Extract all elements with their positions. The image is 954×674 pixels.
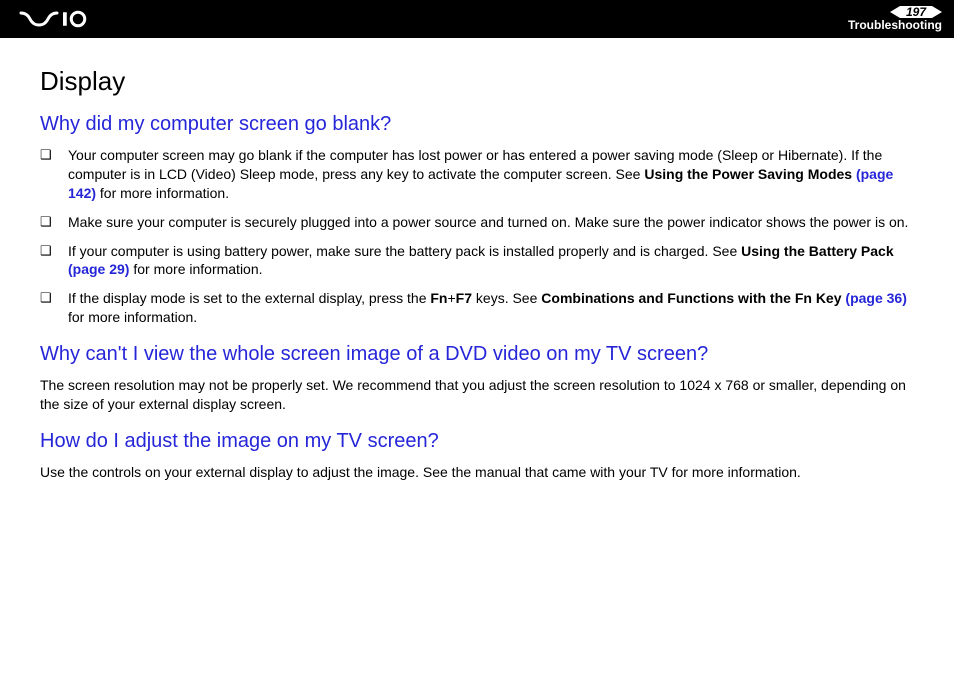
page-number: 197 bbox=[900, 6, 932, 18]
list-item: If your computer is using battery power,… bbox=[40, 242, 918, 280]
page: 197 Troubleshooting Display Why did my c… bbox=[0, 0, 954, 674]
page-link[interactable]: (page 36) bbox=[845, 290, 906, 306]
prev-page-arrow-icon[interactable] bbox=[890, 6, 900, 18]
question-heading-dvd-tv: Why can't I view the whole screen image … bbox=[40, 343, 918, 366]
bullet-list-blank-screen: Your computer screen may go blank if the… bbox=[40, 146, 918, 327]
page-link[interactable]: (page 29) bbox=[68, 261, 129, 277]
page-title: Display bbox=[40, 66, 918, 97]
section-label: Troubleshooting bbox=[848, 19, 942, 32]
bold-text: Using the Power Saving Modes bbox=[644, 166, 856, 182]
text: for more information. bbox=[96, 185, 229, 201]
bold-text: Combinations and Functions with the Fn K… bbox=[541, 290, 845, 306]
text: + bbox=[447, 290, 455, 306]
text: If your computer is using battery power,… bbox=[68, 243, 741, 259]
key-name: Fn bbox=[430, 290, 447, 306]
list-item: If the display mode is set to the extern… bbox=[40, 289, 918, 327]
question-heading-adjust-tv: How do I adjust the image on my TV scree… bbox=[40, 430, 918, 453]
bold-text: Using the Battery Pack bbox=[741, 243, 894, 259]
next-page-arrow-icon[interactable] bbox=[932, 6, 942, 18]
list-item: Make sure your computer is securely plug… bbox=[40, 213, 918, 232]
vaio-logo-svg bbox=[18, 10, 114, 28]
key-name: F7 bbox=[456, 290, 472, 306]
vaio-logo bbox=[18, 10, 114, 28]
content-area: Display Why did my computer screen go bl… bbox=[0, 38, 954, 674]
header-right: 197 Troubleshooting bbox=[848, 6, 942, 32]
text: keys. See bbox=[472, 290, 541, 306]
question-heading-blank-screen: Why did my computer screen go blank? bbox=[40, 113, 918, 136]
text: for more information. bbox=[68, 309, 197, 325]
page-navigation: 197 bbox=[890, 6, 942, 18]
text: for more information. bbox=[129, 261, 262, 277]
text: If the display mode is set to the extern… bbox=[68, 290, 430, 306]
body-text: Use the controls on your external displa… bbox=[40, 463, 918, 482]
header-bar: 197 Troubleshooting bbox=[0, 0, 954, 38]
list-item: Your computer screen may go blank if the… bbox=[40, 146, 918, 203]
body-text: The screen resolution may not be properl… bbox=[40, 376, 918, 414]
